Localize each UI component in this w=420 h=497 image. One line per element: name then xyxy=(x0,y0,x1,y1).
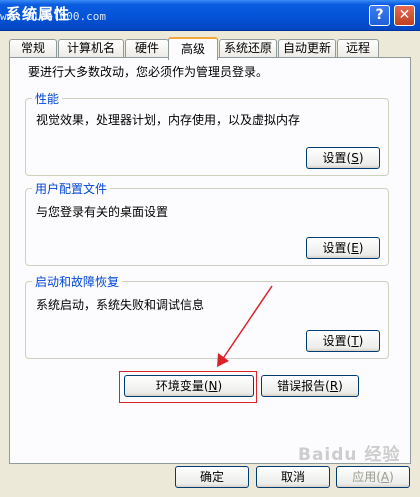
apply-mnemonic: A xyxy=(380,470,390,484)
admin-notice: 要进行大多数改动，您必须作为管理员登录。 xyxy=(28,65,269,79)
close-icon: ✕ xyxy=(398,7,411,23)
title-bar[interactable]: 系统属性 www.bluel000.com ? ✕ xyxy=(0,0,420,31)
tab-remote[interactable]: 远程 xyxy=(337,39,379,57)
performance-settings-button[interactable]: 设置(S) xyxy=(306,147,380,169)
user-profiles-group: 用户配置文件 与您登录有关的桌面设置 设置(E) xyxy=(25,180,389,266)
tab-general[interactable]: 常规 xyxy=(9,39,57,57)
cancel-label: 取消 xyxy=(280,470,305,484)
cancel-button[interactable]: 取消 xyxy=(256,466,330,488)
user-profiles-settings-label: 设置 xyxy=(322,241,347,255)
user-profiles-settings-button[interactable]: 设置(E) xyxy=(306,237,380,259)
user-profiles-desc: 与您登录有关的桌面设置 xyxy=(36,205,169,219)
tab-advanced[interactable]: 高级 xyxy=(168,37,218,60)
tab-computer-name[interactable]: 计算机名 xyxy=(58,39,124,57)
performance-title: 性能 xyxy=(32,90,63,107)
user-profiles-title: 用户配置文件 xyxy=(32,180,111,197)
startup-recovery-settings-label: 设置 xyxy=(322,334,347,348)
performance-desc: 视觉效果，处理器计划，内存使用，以及虚拟内存 xyxy=(36,113,301,127)
error-reporting-label: 错误报告 xyxy=(277,379,326,393)
help-button[interactable]: ? xyxy=(369,5,390,26)
site-watermark: www.bluel000.com xyxy=(0,10,106,23)
startup-recovery-group: 启动和故障恢复 系统启动，系统失败和调试信息 设置(T) xyxy=(25,273,389,359)
help-icon: ? xyxy=(375,7,384,23)
startup-recovery-title: 启动和故障恢复 xyxy=(32,273,123,290)
startup-recovery-settings-button[interactable]: 设置(T) xyxy=(306,330,380,352)
tab-hardware[interactable]: 硬件 xyxy=(125,39,169,57)
ok-button[interactable]: 确定 xyxy=(175,466,249,488)
close-button[interactable]: ✕ xyxy=(394,5,415,26)
error-reporting-button[interactable]: 错误报告(R) xyxy=(261,375,359,397)
performance-mnemonic: S xyxy=(351,151,359,165)
ok-label: 确定 xyxy=(199,470,224,484)
performance-settings-label: 设置 xyxy=(322,151,347,165)
startup-recovery-desc: 系统启动，系统失败和调试信息 xyxy=(36,298,205,312)
tab-system-restore[interactable]: 系统还原 xyxy=(219,39,277,57)
performance-group: 性能 视觉效果，处理器计划，内存使用，以及虚拟内存 设置(S) xyxy=(25,90,389,176)
user-profiles-mnemonic: E xyxy=(351,241,359,255)
error-reporting-mnemonic: R xyxy=(329,379,339,393)
baidu-watermark: Baidu 经验 xyxy=(298,445,401,465)
startup-recovery-mnemonic: T xyxy=(351,334,359,348)
apply-button[interactable]: 应用(A) xyxy=(336,466,410,488)
apply-label: 应用 xyxy=(352,470,377,484)
highlight-box xyxy=(119,371,257,403)
tab-automatic-updates[interactable]: 自动更新 xyxy=(278,39,336,57)
